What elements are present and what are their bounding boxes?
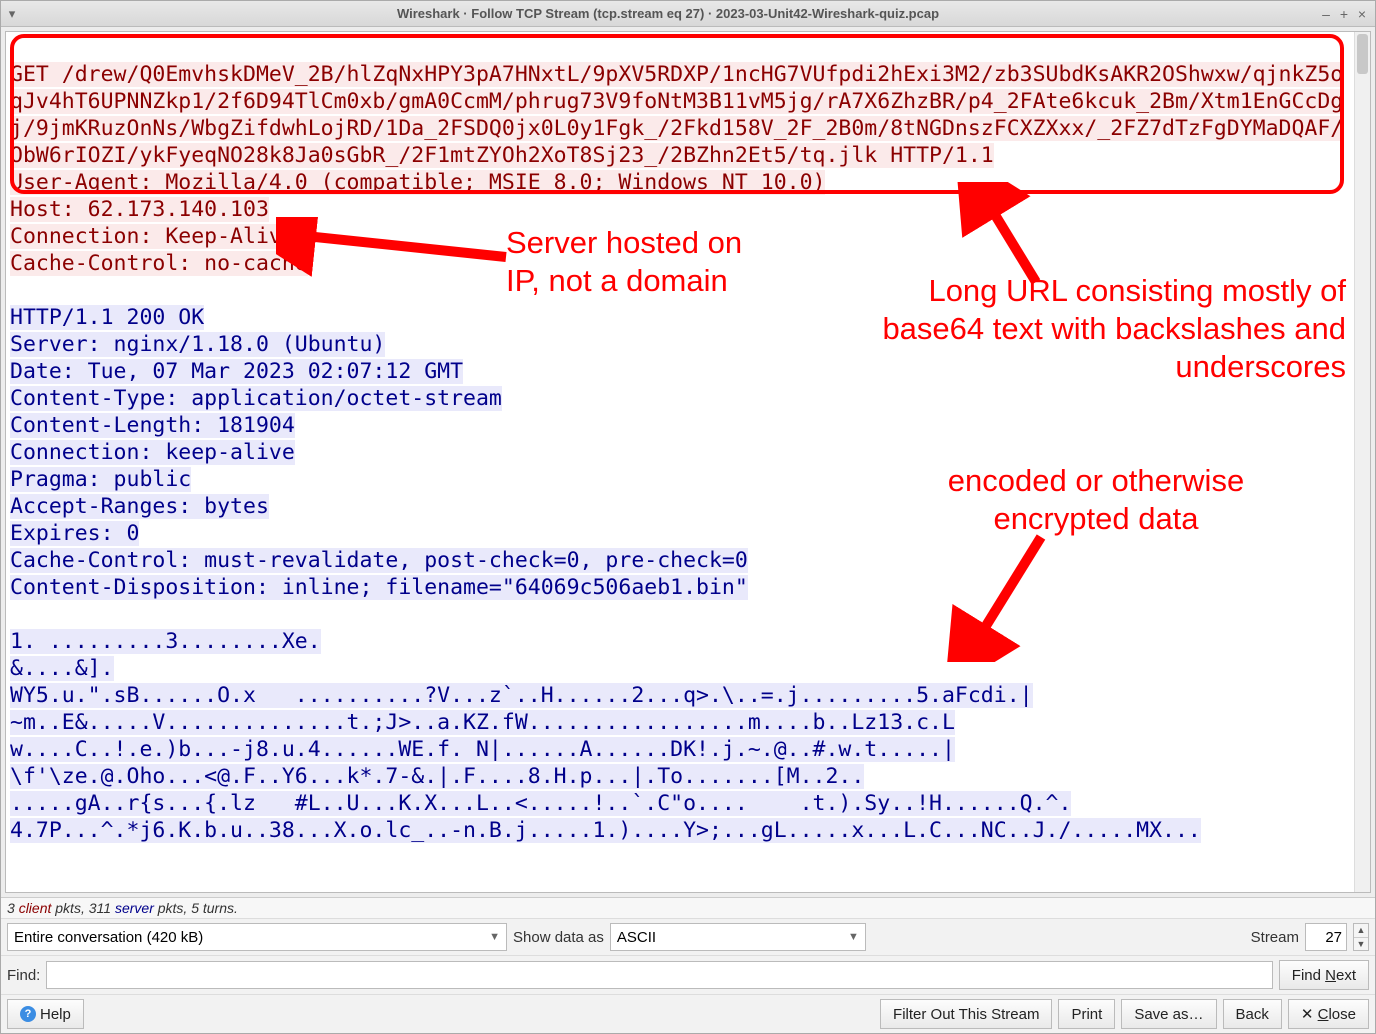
packet-summary: 3 client pkts, 311 server pkts, 5 turns.: [1, 897, 1375, 918]
stream-text[interactable]: GET /drew/Q0EmvhskDMeV_2B/hlZqNxHPY3pA7H…: [6, 32, 1354, 892]
response-server: Server: nginx/1.18.0 (Ubuntu): [10, 332, 385, 357]
server-label: server: [115, 900, 154, 916]
response-ctype: Content-Type: application/octet-stream: [10, 386, 502, 411]
minimize-button[interactable]: –: [1317, 6, 1335, 22]
response-conn: Connection: keep-alive: [10, 440, 295, 465]
response-pragma: Pragma: public: [10, 467, 191, 492]
response-body-line: 1. .........3........Xe.: [10, 629, 321, 654]
response-date: Date: Tue, 07 Mar 2023 02:07:12 GMT: [10, 359, 463, 384]
controls-row-1: Entire conversation (420 kB) ▼ Show data…: [1, 918, 1375, 955]
response-body-line: WY5.u.".sB......O.x ..........?V...z`..H…: [10, 683, 1033, 708]
vertical-scrollbar[interactable]: [1354, 32, 1370, 892]
response-ranges: Accept-Ranges: bytes: [10, 494, 269, 519]
help-icon: ?: [20, 1006, 36, 1022]
conversation-value: Entire conversation (420 kB): [14, 929, 203, 946]
show-data-label: Show data as: [513, 929, 604, 946]
response-body-line: \f'\ze.@.Oho...<@.F..Y6...k*.7-&.|.F....…: [10, 764, 864, 789]
show-data-value: ASCII: [617, 929, 656, 946]
scrollbar-thumb[interactable]: [1357, 34, 1368, 74]
response-cache: Cache-Control: must-revalidate, post-che…: [10, 548, 748, 573]
request-connection: Connection: Keep-Alive: [10, 224, 295, 249]
response-disp: Content-Disposition: inline; filename="6…: [10, 575, 748, 600]
stepper-down-icon[interactable]: ▼: [1354, 938, 1368, 951]
request-cache: Cache-Control: no-cache: [10, 251, 308, 276]
print-button[interactable]: Print: [1058, 999, 1115, 1029]
wireshark-follow-stream-window: ▾ Wireshark · Follow TCP Stream (tcp.str…: [0, 0, 1376, 1034]
find-input[interactable]: [46, 961, 1272, 989]
stream-label: Stream: [1251, 929, 1299, 946]
http-request: GET /drew/Q0EmvhskDMeV_2B/hlZqNxHPY3pA7H…: [10, 62, 1343, 168]
stepper-up-icon[interactable]: ▲: [1354, 924, 1368, 938]
stream-content: GET /drew/Q0EmvhskDMeV_2B/hlZqNxHPY3pA7H…: [5, 31, 1371, 893]
conversation-select[interactable]: Entire conversation (420 kB) ▼: [7, 923, 507, 951]
show-data-select[interactable]: ASCII ▼: [610, 923, 866, 951]
back-button[interactable]: Back: [1223, 999, 1282, 1029]
help-button[interactable]: ? Help: [7, 999, 84, 1029]
client-label: client: [19, 900, 52, 916]
titlebar: ▾ Wireshark · Follow TCP Stream (tcp.str…: [1, 1, 1375, 27]
response-body-line: w....C..!.e.)b...-j8.u.4......WE.f. N|..…: [10, 737, 955, 762]
window-title: Wireshark · Follow TCP Stream (tcp.strea…: [19, 6, 1317, 21]
filter-out-button[interactable]: Filter Out This Stream: [880, 999, 1052, 1029]
stream-stepper[interactable]: ▲ ▼: [1353, 923, 1369, 951]
stream-number-input[interactable]: 27: [1305, 923, 1347, 951]
close-button[interactable]: ✕ Close: [1288, 999, 1369, 1029]
response-body-line: &....&].: [10, 656, 114, 681]
controls-row-3: ? Help Filter Out This Stream Print Save…: [1, 994, 1375, 1033]
close-window-button[interactable]: ×: [1353, 6, 1371, 22]
response-body-line: .....gA..r{s...{.lz #L..U...K.X...L..<..…: [10, 791, 1071, 816]
chevron-down-icon: ▼: [489, 931, 500, 943]
chevron-down-icon: ▼: [848, 931, 859, 943]
request-user-agent: User-Agent: Mozilla/4.0 (compatible; MSI…: [10, 170, 825, 195]
controls-row-2: Find: Find Next: [1, 955, 1375, 994]
save-as-button[interactable]: Save as…: [1121, 999, 1216, 1029]
response-clen: Content-Length: 181904: [10, 413, 295, 438]
response-body-line: 4.7P...^.*j6.K.b.u..38...X.o.lc_..-n.B.j…: [10, 818, 1201, 843]
response-body-line: ~m..E&.....V..............t.;J>..a.KZ.fW…: [10, 710, 955, 735]
find-next-button[interactable]: Find Next: [1279, 960, 1369, 990]
maximize-button[interactable]: +: [1335, 6, 1353, 22]
response-expires: Expires: 0: [10, 521, 139, 546]
window-menu-icon[interactable]: ▾: [5, 6, 19, 22]
request-host: Host: 62.173.140.103: [10, 197, 269, 222]
client-pkts-count: 3: [7, 900, 15, 916]
server-pkts-count: 311: [89, 900, 111, 916]
find-label: Find:: [7, 967, 40, 984]
response-status: HTTP/1.1 200 OK: [10, 305, 204, 330]
